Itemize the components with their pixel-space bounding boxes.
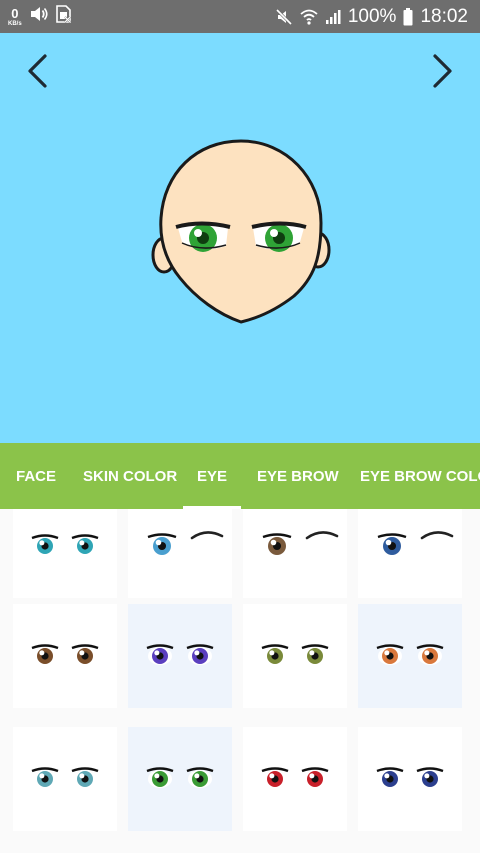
eye-option-3[interactable] <box>243 509 347 598</box>
wifi-icon <box>300 9 318 25</box>
tab-eye-label: EYE <box>196 467 227 485</box>
tab-face[interactable]: FACE <box>16 443 56 509</box>
eye-option-5[interactable] <box>13 604 117 708</box>
eye-option-10[interactable] <box>128 727 232 831</box>
battery-icon <box>403 7 413 26</box>
eye-thumbnail-icon <box>261 767 329 788</box>
tab-face-label: FACE <box>16 467 57 485</box>
eye-thumbnail-icon <box>146 767 214 788</box>
tab-eye-brow-label: EYE BROW <box>257 467 339 485</box>
category-tab-bar: FACE SKIN COLOR EYE EYE BROW EYE BROW CO… <box>0 443 480 509</box>
eye-thumbnail-icon <box>147 531 224 556</box>
eye-thumbnail-icon <box>146 644 214 665</box>
network-speed-unit: KB/s <box>8 20 22 27</box>
eye-option-9[interactable] <box>13 727 117 831</box>
sim-card-icon <box>55 5 72 28</box>
eye-thumbnail-icon <box>376 767 444 788</box>
eye-option-1[interactable] <box>13 509 117 598</box>
eye-thumbnail-icon <box>262 531 339 556</box>
eye-thumbnail-icon <box>31 534 99 555</box>
battery-percent: 100% <box>347 5 397 27</box>
eye-option-2[interactable] <box>128 509 232 598</box>
chevron-left-icon <box>28 54 47 88</box>
mute-icon <box>275 8 293 26</box>
status-right: 100% 18:02 <box>275 0 468 33</box>
eye-thumbnail-icon <box>376 644 444 665</box>
signal-icon <box>325 9 341 25</box>
tab-eye[interactable]: EYE <box>183 443 241 509</box>
chevron-right-icon <box>433 54 452 88</box>
network-speed-value: 0 <box>11 5 19 21</box>
eye-option-7[interactable] <box>243 604 347 708</box>
tab-skin-color[interactable]: SKIN COLOR <box>83 443 177 509</box>
avatar-face <box>151 139 331 324</box>
volume-icon <box>30 6 48 27</box>
eye-option-11[interactable] <box>243 727 347 831</box>
status-left: 0 KB/s <box>8 0 72 33</box>
avatar-preview <box>0 33 480 443</box>
eye-thumbnail-icon <box>377 531 454 556</box>
eye-thumbnail-icon <box>261 644 329 665</box>
eye-option-6[interactable] <box>128 604 232 708</box>
eye-option-12[interactable] <box>358 727 462 831</box>
previous-button[interactable] <box>17 51 57 91</box>
eye-option-8[interactable] <box>358 604 462 708</box>
next-button[interactable] <box>423 51 463 91</box>
status-bar: 0 KB/s 100% 18:02 <box>0 0 480 33</box>
tab-eye-brow[interactable]: EYE BROW <box>257 443 339 509</box>
tab-eye-brow-color-label: EYE BROW COLOR <box>360 467 480 485</box>
network-speed: 0 KB/s <box>8 7 22 27</box>
eye-options-grid <box>0 509 480 853</box>
clock: 18:02 <box>420 5 468 27</box>
eye-option-4[interactable] <box>358 509 462 598</box>
tab-eye-brow-color[interactable]: EYE BROW COLOR <box>360 443 480 509</box>
eye-thumbnail-icon <box>31 644 99 665</box>
eye-thumbnail-icon <box>31 767 99 788</box>
tab-skin-color-label: SKIN COLOR <box>83 467 178 485</box>
